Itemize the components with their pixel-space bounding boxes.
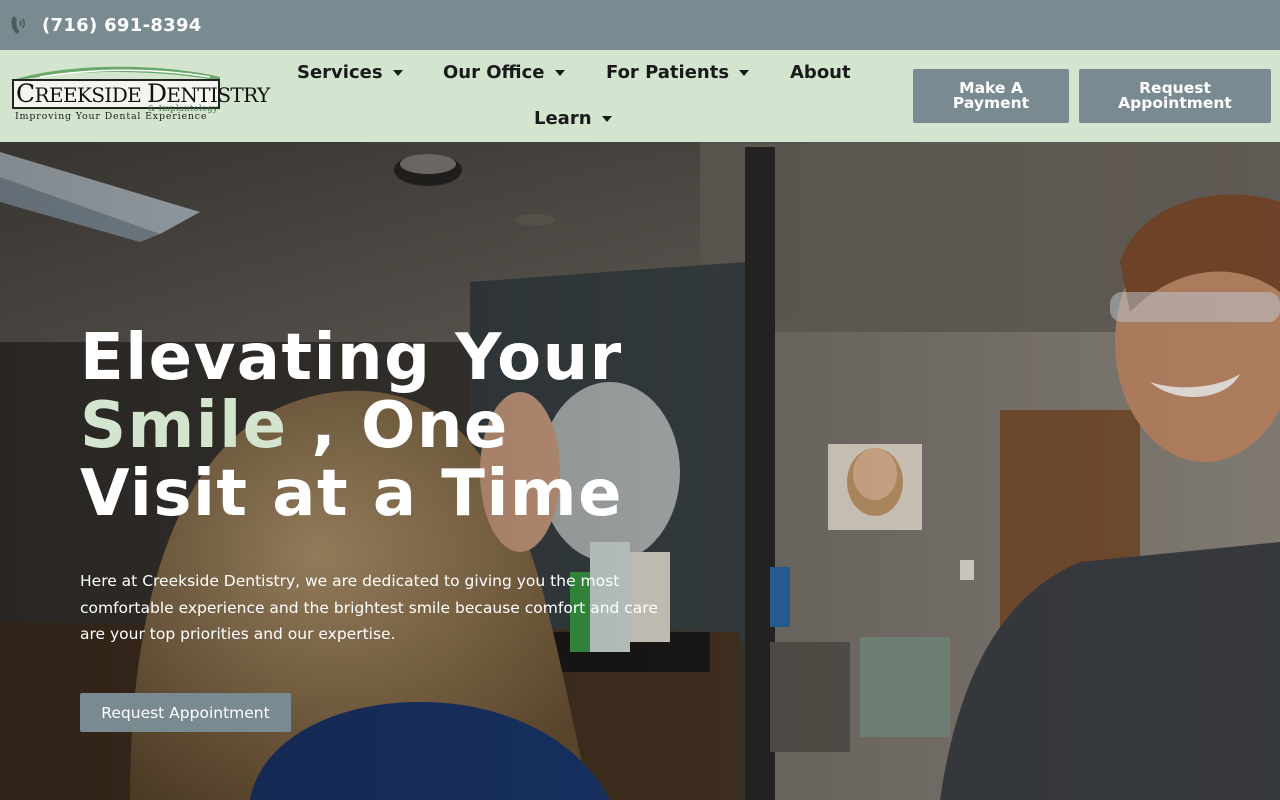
nav-our-office-label: Our Office [443,62,545,83]
phone-number-link[interactable]: (716) 691-8394 [42,15,202,36]
hero-headline: Elevating Your Smile , One Visit at a Ti… [80,324,700,528]
top-bar: (716) 691-8394 [0,0,1280,50]
creekside-logo[interactable]: CREEKSIDE DENTISTRY & Implantology Impro… [10,65,270,125]
headline-line-2: , One [311,389,509,463]
nav-learn-label: Learn [534,108,592,129]
headline-line-1: Elevating Your [80,321,623,395]
make-payment-button[interactable]: Make A Payment [913,69,1069,123]
chevron-down-icon [554,69,565,76]
chevron-down-icon [601,115,612,122]
nav-about-label: About [790,62,851,83]
chevron-down-icon [392,69,403,76]
nav-about[interactable]: About [790,62,851,83]
hero-intro-text: Here at Creekside Dentistry, we are dedi… [80,572,658,643]
request-appointment-header-button[interactable]: Request Appointment [1079,69,1271,123]
nav-services-label: Services [297,62,383,83]
logo-tagline: Improving Your Dental Experience [15,111,208,122]
nav-for-patients-label: For Patients [606,62,730,83]
site-header: CREEKSIDE DENTISTRY & Implantology Impro… [0,50,1280,142]
headline-line-3: Visit at a Time [80,457,623,531]
nav-learn[interactable]: Learn [534,108,612,129]
phone-icon [10,14,28,36]
nav-our-office[interactable]: Our Office [443,62,565,83]
headline-highlight: Smile [80,389,288,463]
hero-section: Elevating Your Smile , One Visit at a Ti… [0,142,1280,800]
nav-services[interactable]: Services [297,62,403,83]
nav-for-patients[interactable]: For Patients [606,62,750,83]
request-appointment-hero-button[interactable]: Request Appointment [80,693,291,732]
chevron-down-icon [739,69,750,76]
